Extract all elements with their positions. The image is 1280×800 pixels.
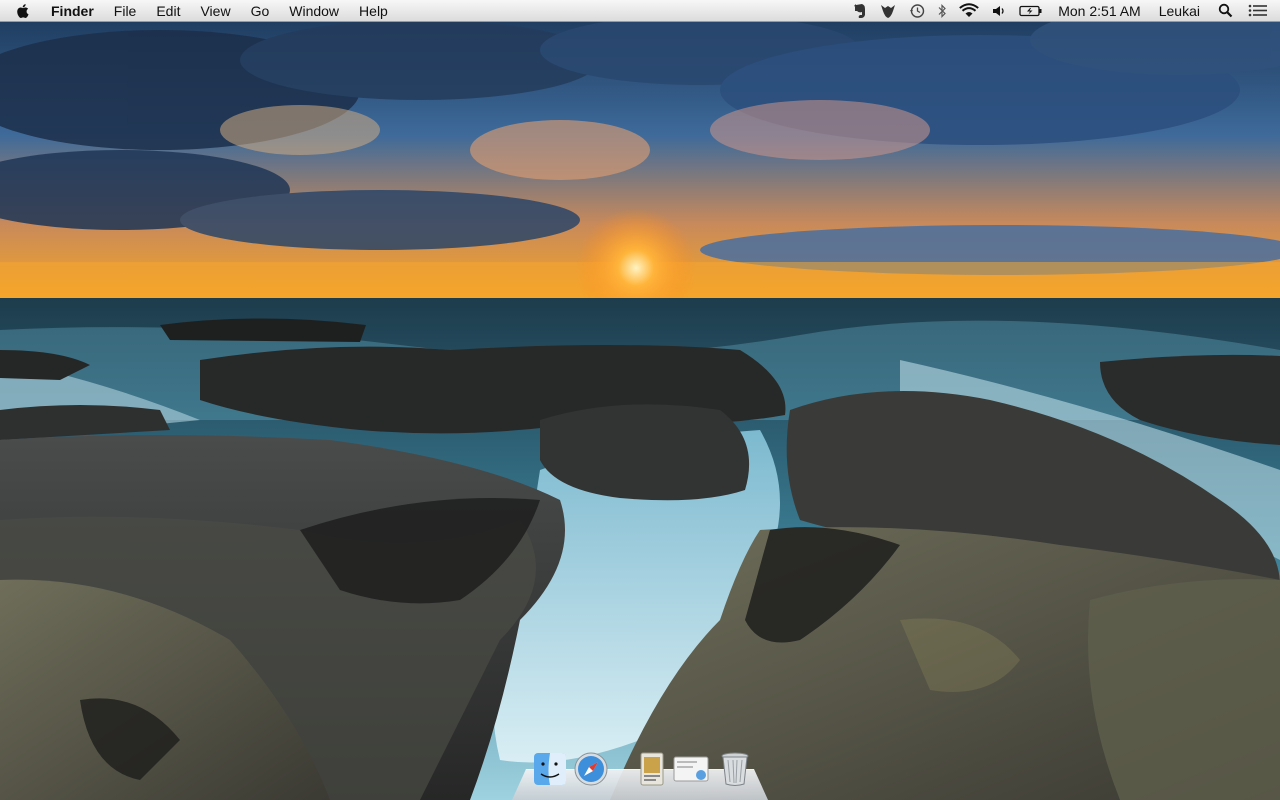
menu-view[interactable]: View — [190, 0, 240, 22]
notification-center-button[interactable] — [1242, 0, 1280, 22]
apple-menu[interactable] — [0, 0, 41, 22]
menu-window[interactable]: Window — [279, 0, 349, 22]
dock — [512, 752, 768, 800]
fast-user-switch[interactable]: Leukai — [1150, 3, 1209, 19]
desktop-wallpaper — [0, 0, 1280, 800]
menu-help[interactable]: Help — [349, 0, 398, 22]
volume-status-item[interactable] — [985, 0, 1013, 22]
dock-item-safari[interactable] — [572, 750, 610, 788]
downloads-stack-icon — [673, 756, 709, 782]
wifi-status-item[interactable] — [953, 0, 985, 22]
time-machine-icon — [910, 3, 925, 18]
dock-item-downloads[interactable] — [672, 750, 710, 788]
evernote-icon — [854, 3, 866, 18]
menu-go[interactable]: Go — [241, 0, 280, 22]
menu-clock[interactable]: Mon 2:51 AM — [1049, 3, 1150, 19]
dock-item-trash[interactable] — [716, 750, 754, 788]
dock-item-documents[interactable] — [633, 750, 671, 788]
bluetooth-status-item[interactable] — [931, 0, 953, 22]
safari-icon — [574, 752, 608, 786]
growl-icon — [881, 4, 896, 18]
menu-bar: Finder File Edit View Go Window Help Mon… — [0, 0, 1280, 22]
notification-center-icon — [1248, 4, 1267, 17]
battery-icon — [1019, 5, 1042, 16]
volume-icon — [993, 5, 1004, 16]
documents-stack-icon — [640, 752, 664, 786]
battery-status-item[interactable] — [1013, 0, 1049, 22]
trash-icon — [721, 752, 749, 786]
menu-file[interactable]: File — [104, 0, 147, 22]
app-menu-finder[interactable]: Finder — [41, 0, 104, 22]
menu-edit[interactable]: Edit — [146, 0, 190, 22]
finder-icon — [534, 753, 566, 785]
wifi-icon — [959, 2, 980, 17]
spotlight-button[interactable] — [1209, 0, 1242, 22]
growl-status-item[interactable] — [873, 0, 903, 22]
bluetooth-icon — [938, 3, 947, 18]
time-machine-status-item[interactable] — [903, 0, 931, 22]
dock-item-finder[interactable] — [531, 750, 569, 788]
evernote-status-item[interactable] — [847, 0, 873, 22]
spotlight-icon — [1218, 3, 1233, 18]
apple-icon — [17, 3, 29, 18]
